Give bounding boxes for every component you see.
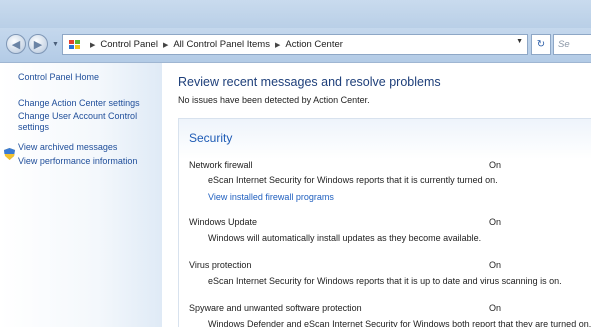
breadcrumb-separator[interactable]: ▶: [90, 41, 95, 49]
view-archived-messages-link[interactable]: View archived messages: [18, 142, 117, 153]
change-action-center-settings-link[interactable]: Change Action Center settings: [18, 98, 140, 109]
page-title: Review recent messages and resolve probl…: [178, 75, 441, 89]
back-button[interactable]: ◀: [6, 34, 26, 54]
address-dropdown-icon[interactable]: ▼: [516, 38, 523, 45]
search-placeholder: Se: [558, 39, 570, 50]
network-firewall-label: Network firewall: [189, 160, 253, 170]
forward-icon: ▶: [33, 38, 43, 51]
control-panel-home-link[interactable]: Control Panel Home: [18, 72, 99, 83]
back-icon: ◀: [11, 38, 21, 51]
virus-protection-description: eScan Internet Security for Windows repo…: [208, 276, 562, 286]
breadcrumb-separator[interactable]: ▶: [163, 41, 168, 49]
network-firewall-status: On: [489, 160, 502, 170]
refresh-icon: ↻: [536, 39, 546, 50]
refresh-button[interactable]: ↻: [531, 34, 551, 55]
security-heading[interactable]: Security: [189, 131, 232, 145]
view-performance-information-link[interactable]: View performance information: [18, 156, 137, 167]
change-uac-settings-link[interactable]: Change User Account Control: [18, 111, 137, 122]
breadcrumb-action-center[interactable]: Action Center: [285, 39, 343, 50]
action-center-window: ◀ ▶ ▼ ▶ Control Panel ▶ All Control Pane…: [0, 0, 591, 327]
left-task-pane: Control Panel Home Change Action Center …: [0, 63, 162, 327]
spyware-protection-description: Windows Defender and eScan Internet Secu…: [208, 319, 591, 327]
forward-button[interactable]: ▶: [28, 34, 48, 54]
virus-protection-label: Virus protection: [189, 260, 252, 270]
recent-pages-dropdown[interactable]: ▼: [52, 41, 59, 48]
windows-update-description: Windows will automatically install updat…: [208, 233, 482, 243]
address-bar[interactable]: ▶ Control Panel ▶ All Control Panel Item…: [62, 34, 528, 55]
page-subtitle: No issues have been detected by Action C…: [178, 95, 370, 105]
view-installed-firewall-programs-link[interactable]: View installed firewall programs: [208, 192, 334, 202]
shield-icon: [4, 148, 15, 160]
breadcrumb-control-panel[interactable]: Control Panel: [100, 39, 158, 50]
breadcrumb-all-items[interactable]: All Control Panel Items: [173, 39, 270, 50]
spyware-protection-label: Spyware and unwanted software protection: [189, 303, 362, 313]
windows-update-status: On: [489, 217, 502, 227]
title-bar: [0, 0, 591, 28]
navigation-bar: ◀ ▶ ▼ ▶ Control Panel ▶ All Control Pane…: [0, 28, 591, 63]
virus-protection-status: On: [489, 260, 502, 270]
control-panel-flag-icon: [69, 39, 81, 50]
spyware-protection-status: On: [489, 303, 502, 313]
search-input[interactable]: Se: [553, 34, 591, 55]
breadcrumb-separator[interactable]: ▶: [275, 41, 280, 49]
change-uac-settings-link-cont[interactable]: settings: [18, 122, 49, 133]
network-firewall-description: eScan Internet Security for Windows repo…: [208, 175, 498, 185]
windows-update-label: Windows Update: [189, 217, 258, 227]
main-content: Review recent messages and resolve probl…: [162, 63, 591, 327]
